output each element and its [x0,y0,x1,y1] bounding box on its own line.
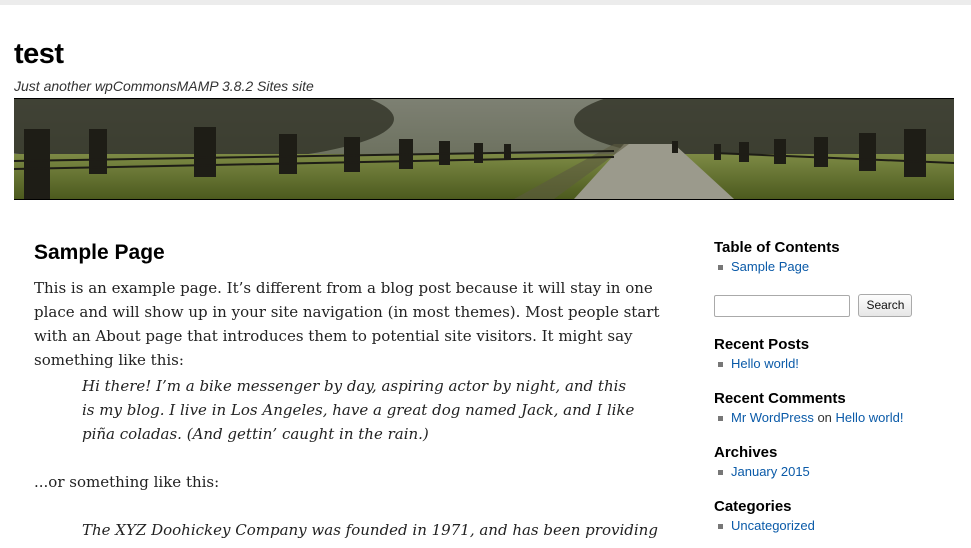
link-comment-post[interactable]: Hello world! [836,410,904,425]
quote-company: The XYZ Doohickey Company was founded in… [82,518,672,542]
link-category-uncategorized[interactable]: Uncategorized [731,518,815,533]
quote-text: Hi there! I’m a bike messenger by day, a… [82,377,635,443]
widget-categories: Categories Uncategorized [714,497,815,535]
widget-archives: Archives January 2015 [714,443,810,481]
comment-connector: on [817,410,832,425]
widget-title: Table of Contents [714,239,840,256]
browser-top-strip [0,0,971,5]
search-input[interactable] [714,294,850,317]
list-item: January 2015 [714,463,810,481]
search-button[interactable]: Search [858,294,913,317]
widget-title: Archives [714,444,778,461]
widget-table-of-contents: Table of Contents Sample Page [714,238,840,276]
list-item: Hello world! [714,355,809,373]
list-item: Uncategorized [714,517,815,535]
or-paragraph: ...or something like this: [34,473,220,491]
list-item: Sample Page [714,258,840,276]
link-comment-author[interactable]: Mr WordPress [731,410,814,425]
site-title[interactable]: test [14,36,64,72]
quote-bike-messenger: Hi there! I’m a bike messenger by day, a… [82,374,642,446]
widget-title: Categories [714,498,792,515]
page-content: Sample Page This is an example page. It’… [34,239,694,539]
link-archive-month[interactable]: January 2015 [731,464,810,479]
quote-text: The XYZ Doohickey Company was founded in… [82,521,658,539]
widget-title: Recent Comments [714,390,846,407]
link-sample-page[interactable]: Sample Page [731,259,809,274]
tree-lined-path-icon [14,99,954,199]
widget-recent-posts: Recent Posts Hello world! [714,335,809,373]
site-description: Just another wpCommonsMAMP 3.8.2 Sites s… [14,78,314,94]
list-item: Mr WordPress on Hello world! [714,409,954,427]
link-post-hello-world[interactable]: Hello world! [731,356,799,371]
widget-recent-comments: Recent Comments Mr WordPress on Hello wo… [714,389,954,427]
header-banner-image [14,98,954,200]
intro-paragraph: This is an example page. It’s different … [34,279,660,369]
widget-title: Recent Posts [714,336,810,353]
widget-search: Search [714,294,913,317]
page-title: Sample Page [34,241,165,264]
